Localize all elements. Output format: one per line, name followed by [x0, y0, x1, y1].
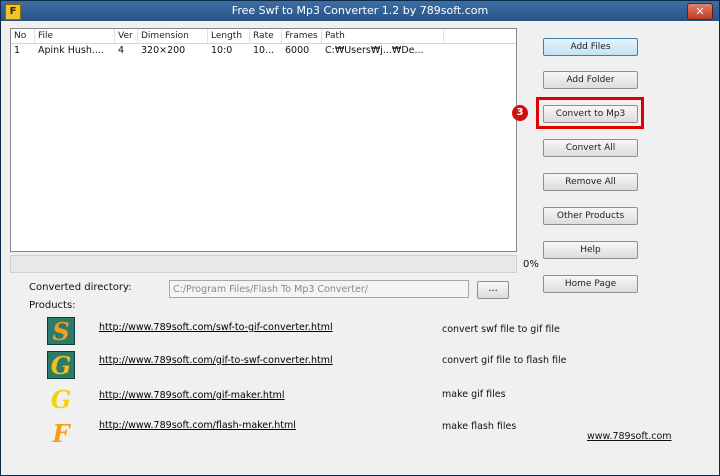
convert-all-button[interactable]: Convert All: [543, 139, 638, 157]
product-desc-swf-to-gif: convert swf file to gif file: [442, 324, 560, 335]
product-desc-flash-maker: make flash files: [442, 421, 517, 432]
column-no[interactable]: No: [11, 29, 35, 43]
converted-directory-field[interactable]: [169, 280, 469, 298]
table-row[interactable]: 1 Apink Hush.... 4 320×200 10:0 10... 60…: [11, 44, 516, 58]
progress-percent: 0%: [523, 259, 539, 270]
cell-file: Apink Hush....: [38, 45, 104, 56]
flash-maker-icon: F: [52, 418, 70, 448]
add-folder-button[interactable]: Add Folder: [543, 71, 638, 89]
converted-directory-label: Converted directory:: [29, 282, 132, 293]
column-length[interactable]: Length: [208, 29, 250, 43]
column-file[interactable]: File: [35, 29, 115, 43]
title-bar[interactable]: F Free Swf to Mp3 Converter 1.2 by 789so…: [1, 1, 719, 21]
remove-all-button[interactable]: Remove All: [543, 173, 638, 191]
cell-path: C:₩Users₩j...₩De...: [325, 45, 424, 56]
browse-button[interactable]: ...: [477, 281, 509, 299]
help-button[interactable]: Help: [543, 241, 638, 259]
add-files-button[interactable]: Add Files: [543, 38, 638, 56]
app-window: F Free Swf to Mp3 Converter 1.2 by 789so…: [0, 0, 720, 476]
cell-rate: 10...: [253, 45, 275, 56]
cell-ver: 4: [118, 45, 125, 56]
product-link-swf-to-gif[interactable]: http://www.789soft.com/swf-to-gif-conver…: [99, 322, 333, 333]
product-desc-gif-to-swf: convert gif file to flash file: [442, 355, 567, 366]
step-badge: 3: [512, 105, 528, 121]
cell-dimension: 320×200: [141, 45, 186, 56]
file-list-header: No File Ver Dimension Length Rate Frames…: [11, 29, 516, 44]
website-link[interactable]: www.789soft.com: [587, 431, 672, 442]
column-path[interactable]: Path: [322, 29, 444, 43]
window-title: Free Swf to Mp3 Converter 1.2 by 789soft…: [231, 4, 489, 17]
column-dimension[interactable]: Dimension: [138, 29, 208, 43]
product-link-gif-to-swf[interactable]: http://www.789soft.com/gif-to-swf-conver…: [99, 355, 333, 366]
product-link-flash-maker[interactable]: http://www.789soft.com/flash-maker.html: [99, 420, 296, 431]
swf-to-gif-icon: S: [47, 317, 75, 346]
cell-length: 10:0: [211, 45, 233, 56]
product-desc-gif-maker: make gif files: [442, 389, 506, 400]
column-frames[interactable]: Frames: [282, 29, 322, 43]
progress-bar: [10, 255, 517, 273]
home-page-button[interactable]: Home Page: [543, 275, 638, 293]
cell-no: 1: [14, 45, 21, 56]
gif-maker-icon: G: [50, 384, 72, 414]
cell-frames: 6000: [285, 45, 310, 56]
file-list[interactable]: No File Ver Dimension Length Rate Frames…: [10, 28, 517, 252]
column-ver[interactable]: Ver: [115, 29, 138, 43]
column-rate[interactable]: Rate: [250, 29, 282, 43]
products-label: Products:: [29, 300, 76, 311]
product-link-gif-maker[interactable]: http://www.789soft.com/gif-maker.html: [99, 390, 285, 401]
close-button[interactable]: ✕: [687, 3, 713, 20]
other-products-button[interactable]: Other Products: [543, 207, 638, 225]
gif-to-swf-icon: G: [47, 351, 75, 380]
highlight-box: [536, 97, 644, 129]
